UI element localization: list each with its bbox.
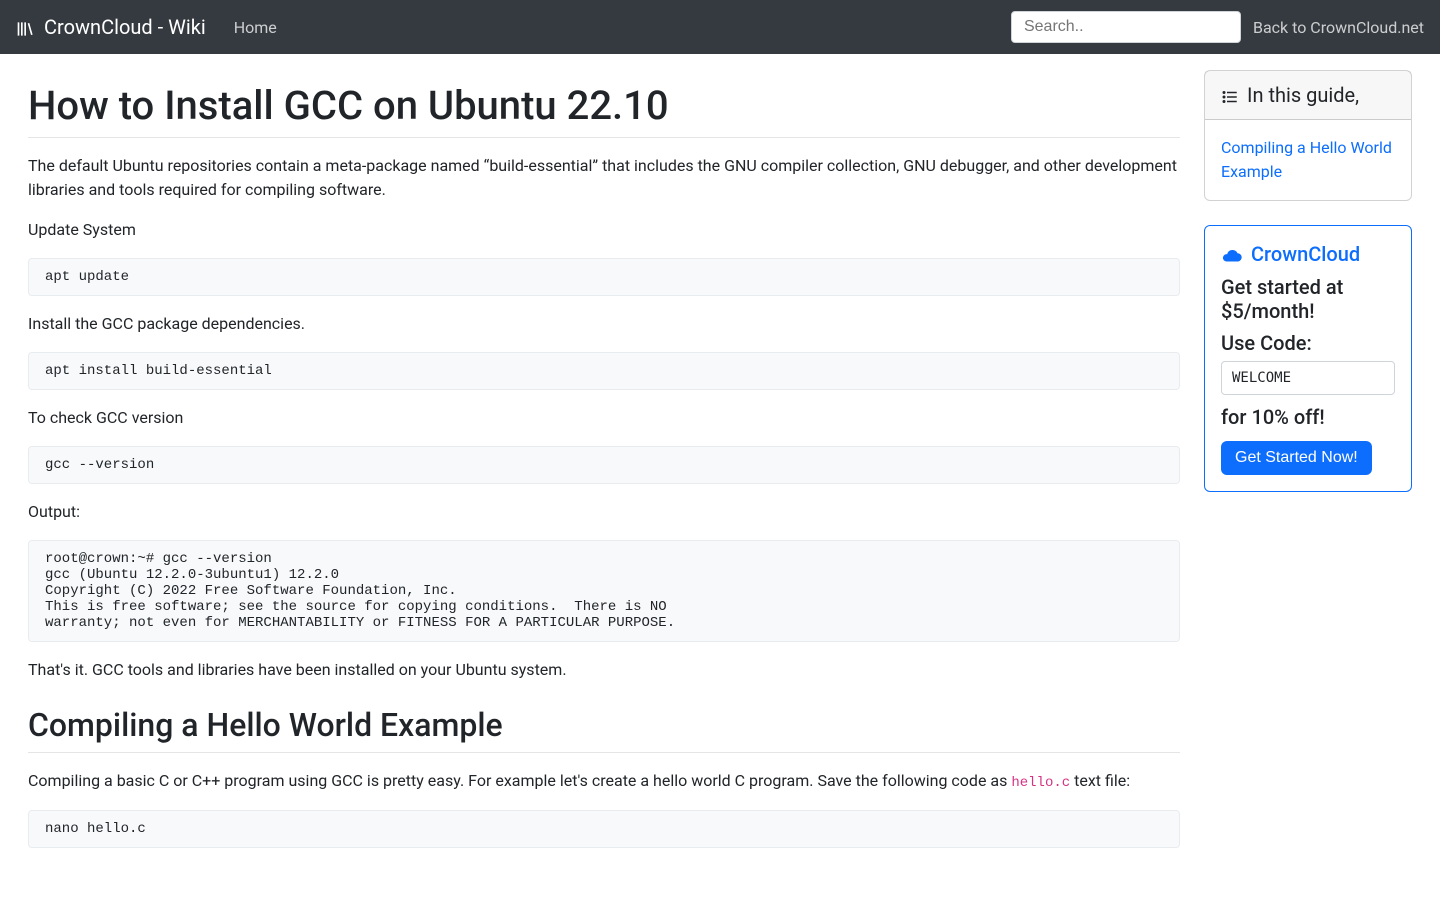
section-compile-title: Compiling a Hello World Example [28,706,1180,744]
divider [28,752,1180,753]
get-started-button[interactable]: Get Started Now! [1221,441,1372,475]
promo-use-code-label: Use Code: [1221,331,1395,355]
page-title: How to Install GCC on Ubuntu 22.10 [28,82,1180,129]
compile-intro-a: Compiling a basic C or C++ program using… [28,771,1011,790]
install-label: Install the GCC package dependencies. [28,312,1180,336]
promo-brand[interactable]: CrownCloud [1221,242,1395,267]
books-icon [16,15,36,39]
sidebar: In this guide, Compiling a Hello World E… [1204,70,1412,864]
search-input[interactable] [1011,11,1241,43]
output-label: Output: [28,500,1180,524]
promo-off-text: for 10% off! [1221,405,1395,429]
promo-tagline: Get started at $5/month! [1221,275,1395,323]
inline-code-hello: hello.c [1011,775,1070,791]
promo-code-box: WELCOME [1221,361,1395,395]
back-link[interactable]: Back to CrownCloud.net [1253,18,1424,37]
toc-card: In this guide, Compiling a Hello World E… [1204,70,1412,201]
compile-intro: Compiling a basic C or C++ program using… [28,769,1180,794]
intro-paragraph: The default Ubuntu repositories contain … [28,154,1180,202]
update-label: Update System [28,218,1180,242]
toc-header: In this guide, [1205,71,1411,120]
code-output: root@crown:~# gcc --version gcc (Ubuntu … [28,540,1180,642]
brand-text: CrownCloud - Wiki [44,15,206,39]
nav-home[interactable]: Home [222,10,289,45]
brand-link[interactable]: CrownCloud - Wiki [16,15,206,39]
promo-brand-text: CrownCloud [1251,242,1360,266]
navbar: CrownCloud - Wiki Home Back to CrownClou… [0,0,1440,54]
promo-card: CrownCloud Get started at $5/month! Use … [1204,225,1412,492]
code-apt-update: apt update [28,258,1180,296]
code-gcc-version: gcc --version [28,446,1180,484]
check-label: To check GCC version [28,406,1180,430]
toc-title: In this guide, [1247,83,1359,107]
compile-intro-b: text file: [1070,771,1130,790]
done-paragraph: That's it. GCC tools and libraries have … [28,658,1180,682]
divider [28,137,1180,138]
article-main: How to Install GCC on Ubuntu 22.10 The d… [28,70,1180,864]
code-apt-install: apt install build-essential [28,352,1180,390]
list-icon [1221,83,1239,107]
cloud-icon [1221,242,1243,267]
code-nano: nano hello.c [28,810,1180,848]
toc-link-compile[interactable]: Compiling a Hello World Example [1221,136,1395,184]
